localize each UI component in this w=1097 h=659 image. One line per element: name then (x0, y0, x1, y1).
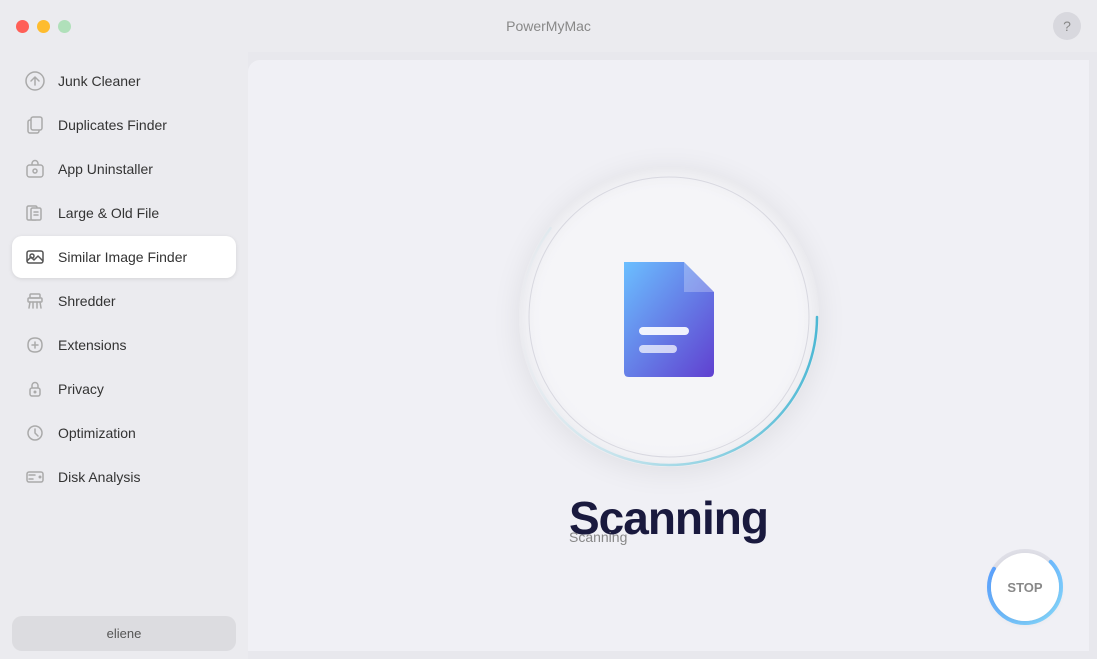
sidebar-item-disk-analysis[interactable]: Disk Analysis (12, 456, 236, 498)
sidebar-label-large-old-file: Large & Old File (58, 205, 159, 221)
app-uninstaller-icon (24, 158, 46, 180)
privacy-icon (24, 378, 46, 400)
sidebar-label-duplicates-finder: Duplicates Finder (58, 117, 167, 133)
sidebar-label-privacy: Privacy (58, 381, 104, 397)
app-name: PowerMyMac (506, 18, 591, 34)
sidebar-item-duplicates-finder[interactable]: Duplicates Finder (12, 104, 236, 146)
help-button[interactable]: ? (1053, 12, 1081, 40)
main-layout: Junk Cleaner Duplicates Finder App Unins… (0, 52, 1097, 659)
similar-image-finder-icon (24, 246, 46, 268)
sidebar-item-large-old-file[interactable]: Large & Old File (12, 192, 236, 234)
sidebar-item-extensions[interactable]: Extensions (12, 324, 236, 366)
shredder-icon (24, 290, 46, 312)
stop-button[interactable]: STOP (991, 553, 1059, 621)
sidebar-label-extensions: Extensions (58, 337, 126, 353)
scan-container: Scanning Scanning (519, 167, 819, 545)
sidebar-item-shredder[interactable]: Shredder (12, 280, 236, 322)
minimize-button[interactable] (37, 20, 50, 33)
user-profile[interactable]: eliene (12, 616, 236, 651)
sidebar-label-shredder: Shredder (58, 293, 116, 309)
sidebar-item-junk-cleaner[interactable]: Junk Cleaner (12, 60, 236, 102)
main-content: Scanning Scanning STOP (248, 60, 1089, 651)
sidebar-item-optimization[interactable]: Optimization (12, 412, 236, 454)
large-old-file-icon (24, 202, 46, 224)
sidebar-label-app-uninstaller: App Uninstaller (58, 161, 153, 177)
disk-analysis-icon (24, 466, 46, 488)
sidebar-label-junk-cleaner: Junk Cleaner (58, 73, 141, 89)
optimization-icon (24, 422, 46, 444)
scan-circle (519, 167, 819, 467)
junk-cleaner-icon (24, 70, 46, 92)
close-button[interactable] (16, 20, 29, 33)
sidebar-item-app-uninstaller[interactable]: App Uninstaller (12, 148, 236, 190)
sidebar-label-similar-image-finder: Similar Image Finder (58, 249, 187, 265)
duplicates-finder-icon (24, 114, 46, 136)
sidebar: Junk Cleaner Duplicates Finder App Unins… (0, 52, 248, 659)
stop-button-wrapper[interactable]: STOP (985, 547, 1065, 627)
sidebar-label-disk-analysis: Disk Analysis (58, 469, 140, 485)
traffic-lights (16, 20, 71, 33)
scanning-text-wrapper: Scanning Scanning (569, 491, 768, 545)
document-icon (614, 252, 724, 382)
sidebar-label-optimization: Optimization (58, 425, 136, 441)
sidebar-item-privacy[interactable]: Privacy (12, 368, 236, 410)
extensions-icon (24, 334, 46, 356)
titlebar: PowerMyMac ? (0, 0, 1097, 52)
maximize-button[interactable] (58, 20, 71, 33)
user-label: eliene (107, 626, 142, 641)
sidebar-item-similar-image-finder[interactable]: Similar Image Finder (12, 236, 236, 278)
